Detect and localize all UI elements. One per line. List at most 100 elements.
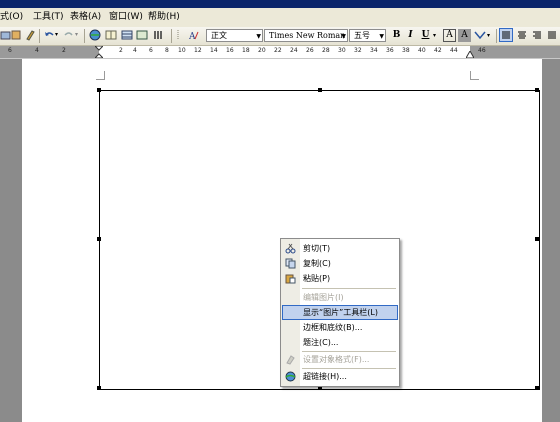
resize-handle[interactable] bbox=[535, 386, 539, 390]
style-combo-value: 正文 bbox=[211, 31, 227, 40]
menu-tools[interactable]: 工具(T) bbox=[33, 11, 64, 24]
tables-borders-icon[interactable] bbox=[105, 29, 117, 41]
ruler-number: 42 bbox=[434, 47, 442, 54]
ruler-number: 22 bbox=[274, 47, 282, 54]
ruler-number: 8 bbox=[165, 47, 169, 54]
ruler-number: 18 bbox=[242, 47, 250, 54]
ruler-number: 32 bbox=[354, 47, 362, 54]
ruler-number: 46 bbox=[478, 47, 486, 54]
char-shading-button[interactable]: A bbox=[458, 29, 471, 42]
context-item-caption[interactable]: 题注(C)... bbox=[282, 335, 398, 350]
title-bar bbox=[0, 0, 560, 8]
ruler-number: 36 bbox=[386, 47, 394, 54]
columns-icon[interactable] bbox=[153, 29, 165, 41]
ruler-left-margin bbox=[0, 46, 99, 58]
align-center-icon[interactable] bbox=[516, 29, 528, 41]
toolbar-separator bbox=[496, 29, 497, 43]
ruler-number: 30 bbox=[338, 47, 346, 54]
context-item-label: 复制(C) bbox=[303, 259, 331, 268]
resize-handle[interactable] bbox=[97, 386, 101, 390]
ruler-number: 26 bbox=[306, 47, 314, 54]
resize-handle[interactable] bbox=[97, 88, 101, 92]
ruler-number: 12 bbox=[194, 47, 202, 54]
chevron-down-icon[interactable]: ▼ bbox=[341, 31, 346, 41]
context-item-label: 题注(C)... bbox=[303, 338, 339, 347]
style-combo[interactable]: 正文 ▼ bbox=[206, 29, 263, 42]
scissors-icon bbox=[285, 243, 296, 254]
font-combo[interactable]: Times New Roman ▼ bbox=[264, 29, 348, 42]
margin-corner-mark bbox=[470, 71, 479, 80]
hyperlink-icon bbox=[285, 371, 296, 382]
font-size-combo[interactable]: 五号 ▼ bbox=[349, 29, 386, 42]
italic-button[interactable]: I bbox=[404, 29, 417, 42]
context-item-hyperlink[interactable]: 超链接(H)... bbox=[282, 369, 398, 384]
font-combo-value: Times New Roman bbox=[269, 31, 346, 40]
bold-button[interactable]: B bbox=[390, 29, 403, 42]
ruler-number: 44 bbox=[450, 47, 458, 54]
underline-button[interactable]: U bbox=[419, 29, 432, 42]
resize-handle[interactable] bbox=[535, 88, 539, 92]
context-menu-separator bbox=[302, 288, 396, 289]
ruler-number: 2 bbox=[62, 47, 66, 54]
ruler-number: 4 bbox=[35, 47, 39, 54]
insert-table-icon[interactable] bbox=[121, 29, 133, 41]
toolbar: ▾ ▾ A 正文 ▼ Times New Roman ▼ 五号 ▼ B I U … bbox=[0, 27, 560, 46]
chevron-down-icon[interactable]: ▼ bbox=[379, 31, 384, 41]
context-item-edit-picture: 编辑图片(I) bbox=[282, 290, 398, 305]
ruler-number: 10 bbox=[178, 47, 186, 54]
menu-window[interactable]: 窗口(W) bbox=[109, 11, 143, 24]
context-item-label: 粘贴(P) bbox=[303, 274, 331, 283]
align-right-icon[interactable] bbox=[531, 29, 543, 41]
ruler-number: 40 bbox=[418, 47, 426, 54]
toolbar-separator bbox=[171, 29, 172, 43]
chevron-down-icon[interactable]: ▼ bbox=[256, 31, 261, 41]
horizontal-ruler[interactable]: 6 4 2 2 4 6 8 10 12 14 16 18 20 22 24 26… bbox=[0, 46, 560, 59]
context-item-copy[interactable]: 复制(C) bbox=[282, 256, 398, 271]
context-item-cut[interactable]: 剪切(T) bbox=[282, 241, 398, 256]
spelling-icon[interactable] bbox=[10, 29, 22, 41]
toolbar-separator bbox=[39, 29, 40, 43]
resize-handle[interactable] bbox=[97, 237, 101, 241]
context-item-show-picture-toolbar[interactable]: 显示“图片”工具栏(L) bbox=[282, 305, 398, 320]
ruler-number: 38 bbox=[402, 47, 410, 54]
menu-help[interactable]: 帮助(H) bbox=[148, 11, 180, 24]
char-scale-dropdown-icon[interactable]: ▾ bbox=[487, 32, 490, 39]
copy-icon bbox=[285, 258, 296, 269]
resize-handle[interactable] bbox=[535, 237, 539, 241]
redo-icon[interactable] bbox=[63, 29, 75, 41]
context-item-label: 剪切(T) bbox=[303, 244, 331, 253]
underline-dropdown-icon[interactable]: ▾ bbox=[433, 32, 436, 39]
undo-dropdown-icon[interactable]: ▾ bbox=[55, 31, 58, 38]
ruler-number: 24 bbox=[290, 47, 298, 54]
menu-format[interactable]: 式(O) bbox=[0, 11, 23, 24]
context-item-paste[interactable]: 粘贴(P) bbox=[282, 271, 398, 286]
ruler-number: 28 bbox=[322, 47, 330, 54]
format-painter-icon[interactable] bbox=[24, 29, 36, 41]
svg-text:A: A bbox=[189, 32, 196, 41]
redo-dropdown-icon[interactable]: ▾ bbox=[75, 31, 78, 38]
toolbar-separator bbox=[84, 29, 85, 43]
ruler-number: 16 bbox=[226, 47, 234, 54]
context-item-label: 边框和底纹(B)... bbox=[303, 323, 363, 332]
format-object-icon bbox=[286, 355, 295, 365]
char-border-button[interactable]: A bbox=[443, 29, 456, 42]
right-indent-marker-icon[interactable] bbox=[466, 51, 474, 58]
context-item-label: 设置对象格式(F)... bbox=[303, 355, 370, 364]
align-left-icon[interactable] bbox=[499, 28, 513, 42]
undo-icon[interactable] bbox=[43, 29, 55, 41]
margin-corner-mark bbox=[96, 71, 105, 80]
insert-excel-icon[interactable] bbox=[136, 29, 148, 41]
justify-icon[interactable] bbox=[546, 29, 558, 41]
resize-handle[interactable] bbox=[318, 88, 322, 92]
insert-hyperlink-icon[interactable] bbox=[89, 29, 101, 41]
ruler-number: 2 bbox=[119, 47, 123, 54]
styles-formatting-icon[interactable]: A bbox=[189, 29, 201, 41]
context-item-borders-shading[interactable]: 边框和底纹(B)... bbox=[282, 320, 398, 335]
ruler-number: 34 bbox=[370, 47, 378, 54]
context-item-label: 编辑图片(I) bbox=[303, 293, 344, 302]
char-scale-icon[interactable] bbox=[474, 29, 486, 41]
indent-marker-icon[interactable] bbox=[95, 46, 103, 58]
menu-table[interactable]: 表格(A) bbox=[70, 11, 101, 24]
toolbar-grip-icon bbox=[177, 30, 179, 40]
font-size-value: 五号 bbox=[354, 31, 370, 40]
